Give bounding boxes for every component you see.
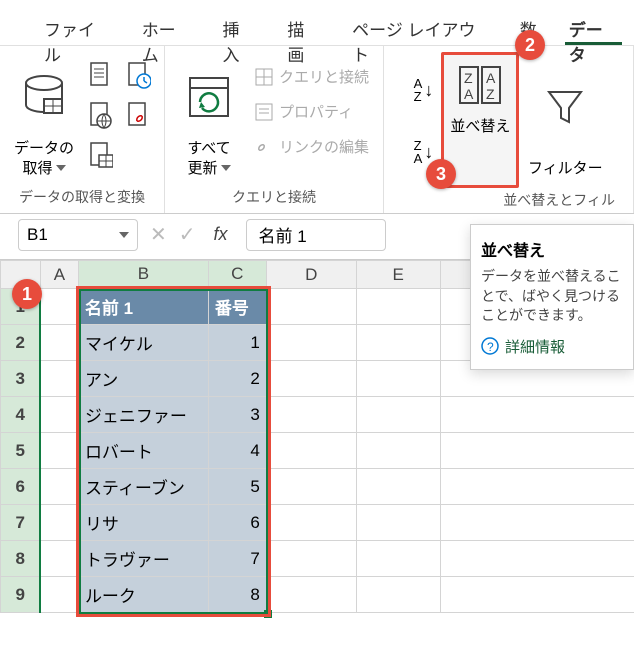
col-A[interactable]: A [40, 261, 78, 289]
refresh-all-button[interactable]: すべて更新 [173, 52, 245, 182]
table-header-num[interactable]: 番号 [208, 289, 266, 325]
svg-text:A: A [486, 70, 496, 86]
col-C[interactable]: C [208, 261, 266, 289]
table-row[interactable]: アン [78, 361, 208, 397]
cancel-formula-icon[interactable]: ✕ [150, 222, 167, 247]
group-sort: AZ↓ ZA↓ ZAAZ 並べ替え フィルター 並べ替えとフィル [384, 46, 634, 213]
file-table-icon [89, 141, 113, 169]
props-icon [255, 103, 273, 121]
tab-pagelayout[interactable]: ページ レイアウト [336, 8, 504, 45]
row-6[interactable]: 6 [1, 469, 41, 505]
refresh-label-1: すべて [187, 139, 230, 159]
tab-data[interactable]: データ [553, 8, 634, 45]
row-9[interactable]: 9 [1, 577, 41, 613]
file-web-icon [89, 101, 113, 129]
chevron-down-icon [119, 232, 129, 238]
table-header-name[interactable]: 名前 1 [78, 289, 208, 325]
table-row[interactable]: 8 [208, 577, 266, 613]
table-row[interactable]: ロバート [78, 433, 208, 469]
col-E[interactable]: E [356, 261, 440, 289]
table-row[interactable]: 4 [208, 433, 266, 469]
get-data-button[interactable]: データの取得 [8, 52, 80, 182]
row-8[interactable]: 8 [1, 541, 41, 577]
edit-links[interactable]: リンクの編集 [249, 132, 375, 161]
funnel-icon [543, 84, 587, 128]
table-row[interactable]: 5 [208, 469, 266, 505]
table-row[interactable]: 6 [208, 505, 266, 541]
queries-link[interactable]: クエリと接続 [249, 62, 375, 91]
tooltip-body: データを並べ替えることで、ばやく見つけることができます。 [481, 267, 623, 326]
get-data-label-1: データの [14, 139, 74, 159]
row-2[interactable]: 2 [1, 325, 41, 361]
col-D[interactable]: D [266, 261, 356, 289]
sort-asc-button[interactable]: AZ↓ [410, 75, 438, 105]
table-row[interactable]: 7 [208, 541, 266, 577]
refresh-label-2: 更新 [187, 159, 217, 179]
callout-3: 3 [426, 159, 456, 189]
name-box[interactable]: B1 [18, 219, 138, 251]
table-row[interactable]: ジェニファー [78, 397, 208, 433]
ribbon: データの取得 データの取得と変換 すべて更新 クエリと接続 [0, 46, 634, 214]
from-web-button[interactable] [84, 98, 118, 132]
chevron-down-icon [56, 165, 66, 171]
file-text-icon [89, 61, 113, 89]
link-icon [255, 138, 273, 156]
sort-dialog-label: 並べ替え [450, 115, 510, 136]
sort-tooltip: 並べ替え データを並べ替えることで、ばやく見つけることができます。 ? 詳細情報 [470, 224, 634, 370]
table-row[interactable]: リサ [78, 505, 208, 541]
refresh-icon [186, 74, 232, 120]
tab-draw[interactable]: 描画 [271, 8, 336, 45]
tab-file[interactable]: ファイル [28, 8, 126, 45]
grid-icon [255, 68, 273, 86]
formula-input[interactable]: 名前 1 [246, 219, 386, 251]
svg-text:Z: Z [464, 70, 473, 86]
sort-dialog-icon: ZAAZ [456, 61, 504, 109]
file-link-icon [127, 101, 151, 129]
group-queries: すべて更新 クエリと接続 プロパティ リンクの編集 クエリと接続 [165, 46, 384, 213]
existing-button[interactable] [122, 98, 156, 132]
database-icon [22, 73, 66, 121]
group-label-getdata: データの取得と変換 [19, 185, 145, 209]
tooltip-more-link[interactable]: ? 詳細情報 [481, 336, 623, 357]
tab-insert[interactable]: 挿入 [206, 8, 271, 45]
help-icon: ? [481, 337, 499, 355]
filter-button[interactable]: フィルター [523, 52, 607, 182]
properties-link[interactable]: プロパティ [249, 97, 375, 126]
fx-icon[interactable]: fx [208, 224, 234, 245]
svg-text:?: ? [487, 340, 494, 354]
svg-text:A: A [464, 86, 474, 102]
row-4[interactable]: 4 [1, 397, 41, 433]
group-label-queries: クエリと接続 [232, 185, 316, 209]
callout-1: 1 [12, 279, 42, 309]
group-label-sort: 並べ替えとフィル [503, 188, 625, 212]
callout-2: 2 [515, 30, 545, 60]
group-get-data: データの取得 データの取得と変換 [0, 46, 165, 213]
table-row[interactable]: 3 [208, 397, 266, 433]
tooltip-title: 並べ替え [481, 237, 623, 261]
col-B[interactable]: B [78, 261, 208, 289]
table-row[interactable]: トラヴァー [78, 541, 208, 577]
table-row[interactable]: 1 [208, 325, 266, 361]
table-row[interactable]: スティーブン [78, 469, 208, 505]
row-5[interactable]: 5 [1, 433, 41, 469]
from-text-button[interactable] [84, 58, 118, 92]
svg-text:Z: Z [486, 86, 495, 102]
from-table-button[interactable] [84, 138, 118, 172]
row-7[interactable]: 7 [1, 505, 41, 541]
chevron-down-icon [221, 165, 231, 171]
tab-home[interactable]: ホーム [126, 8, 207, 45]
filter-label: フィルター [528, 159, 603, 179]
get-data-label-2: 取得 [22, 159, 52, 179]
row-3[interactable]: 3 [1, 361, 41, 397]
table-row[interactable]: マイケル [78, 325, 208, 361]
table-row[interactable]: ルーク [78, 577, 208, 613]
enter-formula-icon[interactable]: ✓ [179, 222, 196, 247]
table-row[interactable]: 2 [208, 361, 266, 397]
